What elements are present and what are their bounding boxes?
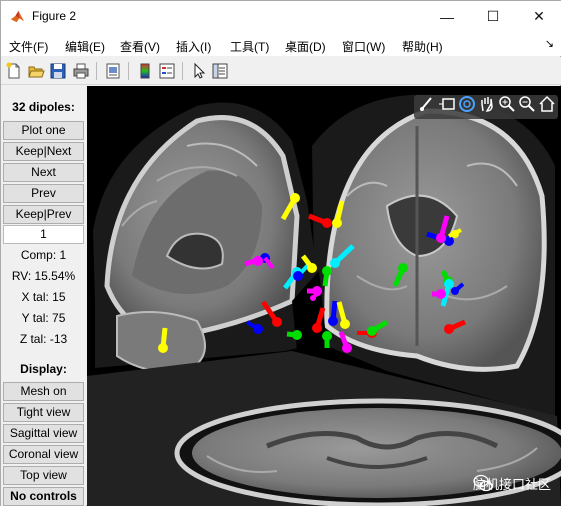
watermark: 脑机接口社区 — [473, 473, 551, 493]
brush-icon[interactable] — [418, 95, 436, 113]
toolbar-separator — [128, 62, 129, 80]
plot-one-button[interactable]: Plot one — [3, 121, 84, 140]
rv-label: RV: 15.54% — [11, 269, 76, 283]
maximize-button[interactable]: ☐ — [470, 1, 516, 32]
open-file-icon[interactable] — [27, 62, 45, 80]
matlab-logo-icon — [10, 10, 25, 23]
menu-insert[interactable]: 插入(I) — [176, 38, 211, 55]
dipole-count-label: 32 dipoles: — [12, 100, 75, 114]
window-title: Figure 2 — [32, 9, 77, 23]
print-preview-icon[interactable] — [104, 62, 122, 80]
display-label: Display: — [20, 362, 67, 376]
next-button[interactable]: Next — [3, 163, 84, 182]
dipole-control-panel: 32 dipoles: Plot one Keep|Next Next Prev… — [1, 86, 86, 506]
menu-file[interactable]: 文件(F) — [9, 38, 48, 55]
axes-toolbar — [414, 95, 558, 119]
comp-label: Comp: 1 — [20, 248, 67, 262]
z-tal-label: Z tal: -13 — [19, 332, 68, 346]
prev-button[interactable]: Prev — [3, 184, 84, 203]
dock-figure-icon[interactable]: ↘ — [545, 37, 554, 50]
datatip-icon[interactable] — [438, 95, 456, 113]
menu-window[interactable]: 窗口(W) — [342, 38, 385, 55]
keep-prev-button[interactable]: Keep|Prev — [3, 205, 84, 224]
sagittal-view-button[interactable]: Sagittal view — [3, 424, 84, 443]
property-inspector-icon[interactable] — [211, 62, 229, 80]
menu-tools[interactable]: 工具(T) — [230, 38, 269, 55]
menu-help[interactable]: 帮助(H) — [402, 38, 443, 55]
component-index-field[interactable]: 1 — [3, 225, 84, 244]
menu-edit[interactable]: 编辑(E) — [65, 38, 105, 55]
top-view-button[interactable]: Top view — [3, 466, 84, 485]
figure-toolbar — [1, 57, 561, 85]
pointer-icon[interactable] — [190, 62, 208, 80]
no-controls-button[interactable]: No controls — [3, 487, 84, 506]
minimize-button[interactable]: — — [424, 1, 470, 32]
menu-desktop[interactable]: 桌面(D) — [285, 38, 326, 55]
zoom-out-icon[interactable] — [518, 95, 536, 113]
close-button[interactable]: ✕ — [516, 1, 561, 32]
new-figure-icon[interactable] — [5, 62, 23, 80]
tight-view-button[interactable]: Tight view — [3, 403, 84, 422]
home-icon[interactable] — [538, 95, 556, 113]
y-tal-label: Y tal: 75 — [21, 311, 66, 325]
keep-next-button[interactable]: Keep|Next — [3, 142, 84, 161]
colorbar-icon[interactable] — [136, 62, 154, 80]
legend-icon[interactable] — [158, 62, 176, 80]
coronal-view-button[interactable]: Coronal view — [3, 445, 84, 464]
x-tal-label: X tal: 15 — [21, 290, 66, 304]
wechat-logo-icon — [473, 474, 493, 492]
mesh-on-button[interactable]: Mesh on — [3, 382, 84, 401]
menu-view[interactable]: 查看(V) — [120, 38, 160, 55]
pan-icon[interactable] — [478, 95, 496, 113]
dipole-3d-axes[interactable]: 脑机接口社区 — [87, 86, 561, 506]
save-icon[interactable] — [49, 62, 67, 80]
toolbar-separator — [96, 62, 97, 80]
zoom-in-icon[interactable] — [498, 95, 516, 113]
figure-window: Figure 2 — ☐ ✕ 文件(F) 编辑(E) 查看(V) 插入(I) 工… — [0, 0, 561, 506]
rotate-icon[interactable] — [458, 95, 476, 113]
brain-mri-plot — [87, 94, 561, 506]
toolbar-separator — [182, 62, 183, 80]
title-bar: Figure 2 — ☐ ✕ — [1, 1, 561, 32]
print-icon[interactable] — [72, 62, 90, 80]
sagittal-mri-slice — [93, 102, 327, 373]
menu-bar: 文件(F) 编辑(E) 查看(V) 插入(I) 工具(T) 桌面(D) 窗口(W… — [1, 32, 561, 56]
